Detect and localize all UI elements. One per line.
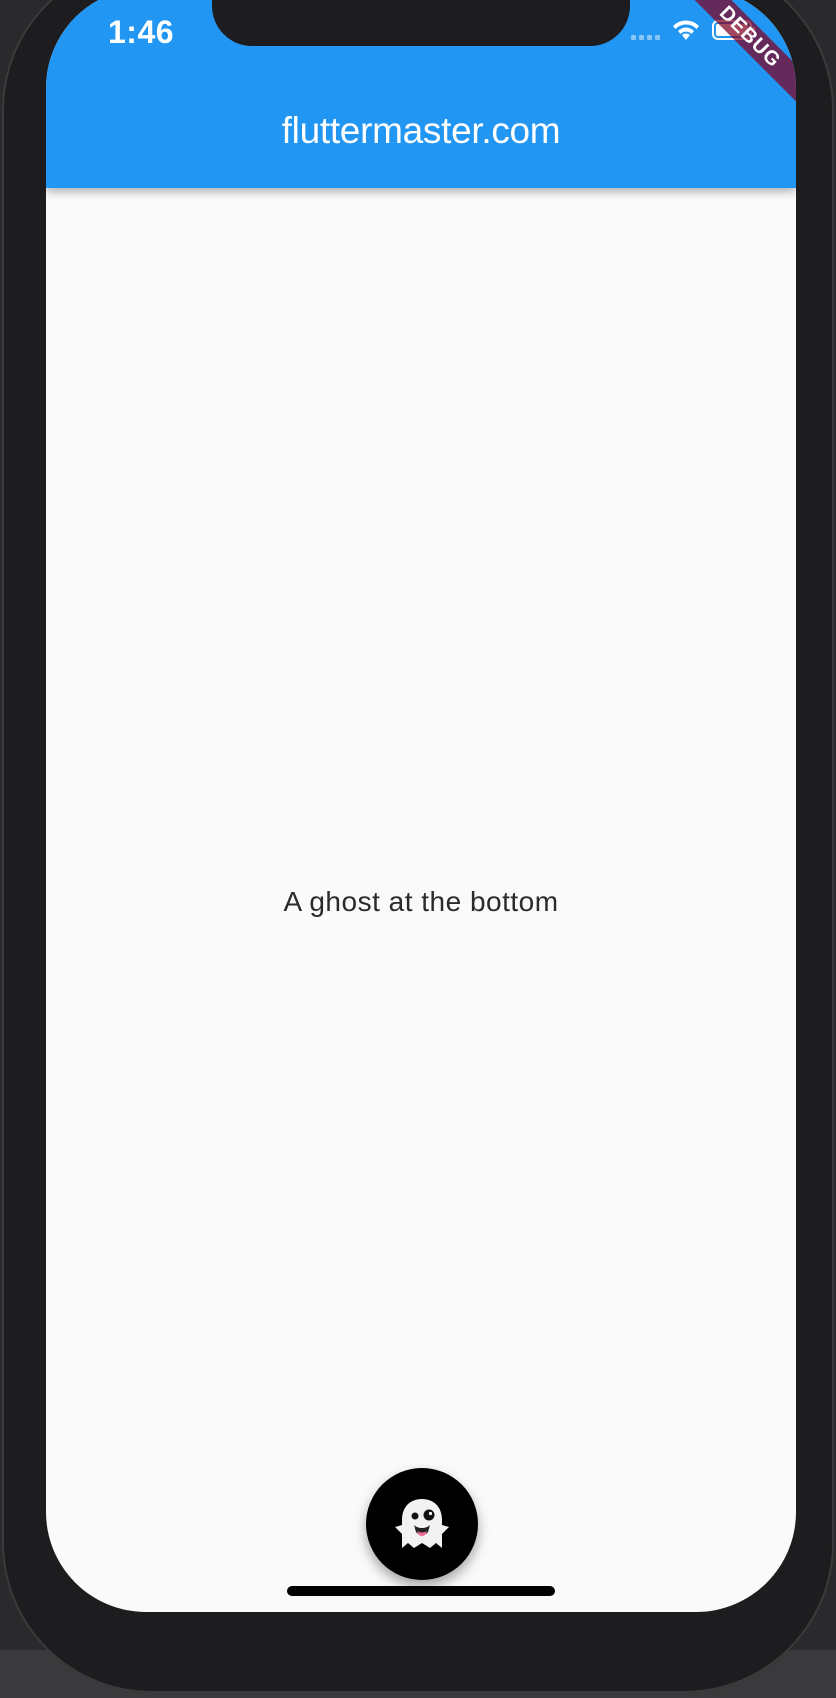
device-screen: 1:46 fluttermaster.com DEBUG A ghost at … (46, 0, 796, 1612)
status-time: 1:46 (108, 14, 175, 50)
device-notch (212, 0, 630, 46)
body-text: A ghost at the bottom (283, 886, 559, 917)
app-title: fluttermaster.com (281, 110, 561, 151)
signal-icon (631, 20, 660, 40)
phone-frame: 1:46 fluttermaster.com DEBUG A ghost at … (2, 0, 834, 1693)
wifi-icon (670, 18, 702, 42)
ghost-fab-button[interactable] (366, 1468, 478, 1580)
home-indicator (287, 1586, 555, 1596)
ghost-icon (395, 1499, 449, 1548)
